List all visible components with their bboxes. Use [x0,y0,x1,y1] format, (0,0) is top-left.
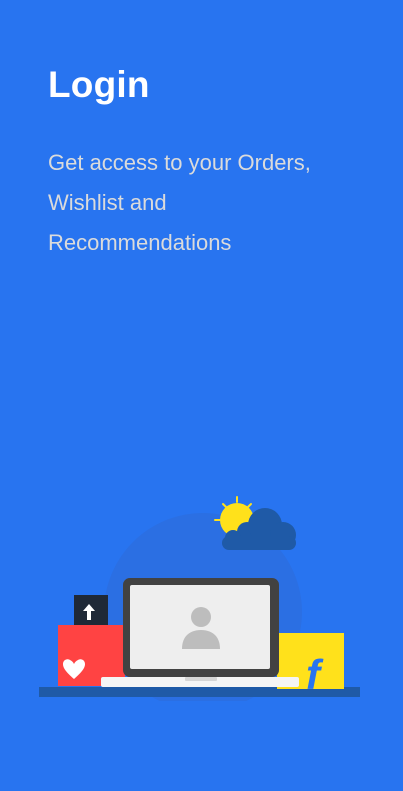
red-shopping-box [58,625,125,686]
yellow-brand-box: f [277,633,344,698]
login-subtitle: Get access to your Orders, Wishlist and … [48,150,311,255]
login-side-panel: Login Get access to your Orders, Wishlis… [0,0,403,791]
page-title: Login [48,64,150,105]
upload-box [74,595,108,625]
login-illustration: f [39,496,360,701]
laptop-icon [101,578,299,687]
